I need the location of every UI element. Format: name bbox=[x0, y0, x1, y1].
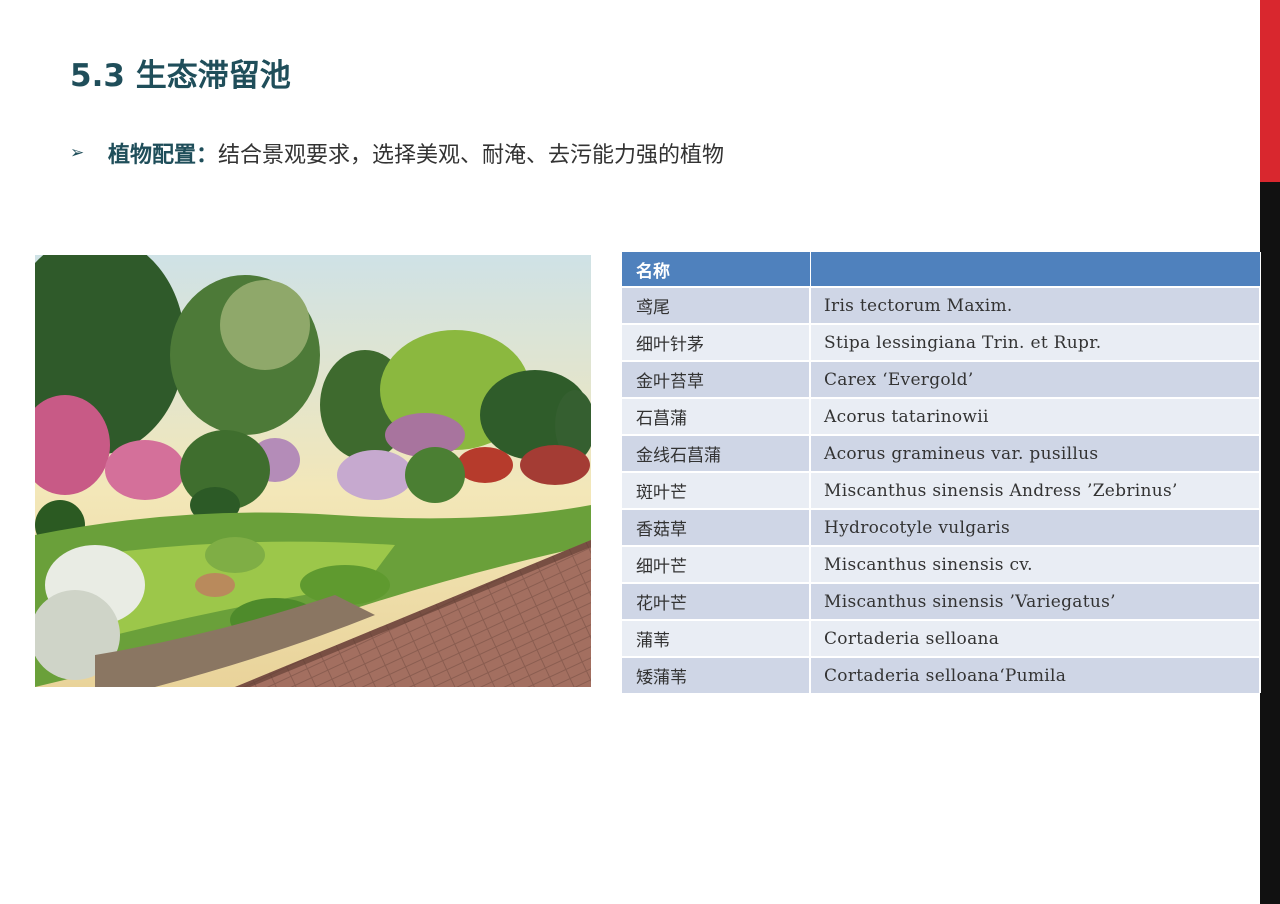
latin-name-cell: Cortaderia selloana bbox=[810, 619, 1261, 657]
plant-name-cell: 矮蒲苇 bbox=[622, 656, 811, 693]
table-row: 石菖蒲 Acorus tatarinowii bbox=[622, 397, 1261, 435]
latin-name-cell: Stipa lessingiana Trin. et Rupr. bbox=[810, 323, 1261, 361]
table-row: 蒲苇 Cortaderia selloana bbox=[622, 619, 1261, 657]
slide-title: 5.3 生态滞留池 bbox=[70, 58, 291, 94]
plant-table: 名称 鸢尾 Iris tectorum Maxim. 细叶针茅 Stipa le… bbox=[622, 252, 1261, 693]
table-row: 矮蒲苇 Cortaderia selloana‘Pumila bbox=[622, 656, 1261, 693]
bullet-point: ➢ 植物配置： 结合景观要求，选择美观、耐淹、去污能力强的植物 bbox=[70, 136, 724, 170]
column-header-name: 名称 bbox=[622, 252, 811, 287]
latin-name-cell: Iris tectorum Maxim. bbox=[810, 286, 1261, 324]
latin-name-cell: Acorus tatarinowii bbox=[810, 397, 1261, 435]
latin-name-cell: Miscanthus sinensis cv. bbox=[810, 545, 1261, 583]
column-header-latin bbox=[810, 252, 1261, 287]
plant-name-cell: 金叶苔草 bbox=[622, 360, 811, 398]
plant-name-cell: 斑叶芒 bbox=[622, 471, 811, 509]
garden-rendering-photo bbox=[35, 255, 591, 687]
bullet-text: 结合景观要求，选择美观、耐淹、去污能力强的植物 bbox=[218, 143, 725, 168]
latin-name-cell: Cortaderia selloana‘Pumila bbox=[810, 656, 1261, 693]
table-row: 香菇草 Hydrocotyle vulgaris bbox=[622, 508, 1261, 546]
table-row: 花叶芒 Miscanthus sinensis ’Variegatus’ bbox=[622, 582, 1261, 620]
latin-name-cell: Miscanthus sinensis Andress ’Zebrinus’ bbox=[810, 471, 1261, 509]
table-row: 细叶芒 Miscanthus sinensis cv. bbox=[622, 545, 1261, 583]
table-row: 斑叶芒 Miscanthus sinensis Andress ’Zebrinu… bbox=[622, 471, 1261, 509]
table-header-row: 名称 bbox=[622, 252, 1261, 287]
latin-name-cell: Acorus gramineus var. pusillus bbox=[810, 434, 1261, 472]
plant-name-cell: 花叶芒 bbox=[622, 582, 811, 620]
table-row: 金线石菖蒲 Acorus gramineus var. pusillus bbox=[622, 434, 1261, 472]
accent-bar-red bbox=[1260, 0, 1280, 182]
plant-name-cell: 鸢尾 bbox=[622, 286, 811, 324]
latin-name-cell: Hydrocotyle vulgaris bbox=[810, 508, 1261, 546]
plant-name-cell: 细叶针茅 bbox=[622, 323, 811, 361]
plant-name-cell: 石菖蒲 bbox=[622, 397, 811, 435]
table-row: 金叶苔草 Carex ‘Evergold’ bbox=[622, 360, 1261, 398]
plant-name-cell: 细叶芒 bbox=[622, 545, 811, 583]
table-row: 鸢尾 Iris tectorum Maxim. bbox=[622, 286, 1261, 324]
plant-name-cell: 蒲苇 bbox=[622, 619, 811, 657]
bullet-heading: 植物配置： bbox=[108, 143, 219, 168]
plant-name-cell: 金线石菖蒲 bbox=[622, 434, 811, 472]
accent-bar-black bbox=[1260, 182, 1280, 904]
latin-name-cell: Miscanthus sinensis ’Variegatus’ bbox=[810, 582, 1261, 620]
arrowhead-bullet-icon: ➢ bbox=[70, 143, 85, 163]
plant-name-cell: 香菇草 bbox=[622, 508, 811, 546]
latin-name-cell: Carex ‘Evergold’ bbox=[810, 360, 1261, 398]
table-row: 细叶针茅 Stipa lessingiana Trin. et Rupr. bbox=[622, 323, 1261, 361]
